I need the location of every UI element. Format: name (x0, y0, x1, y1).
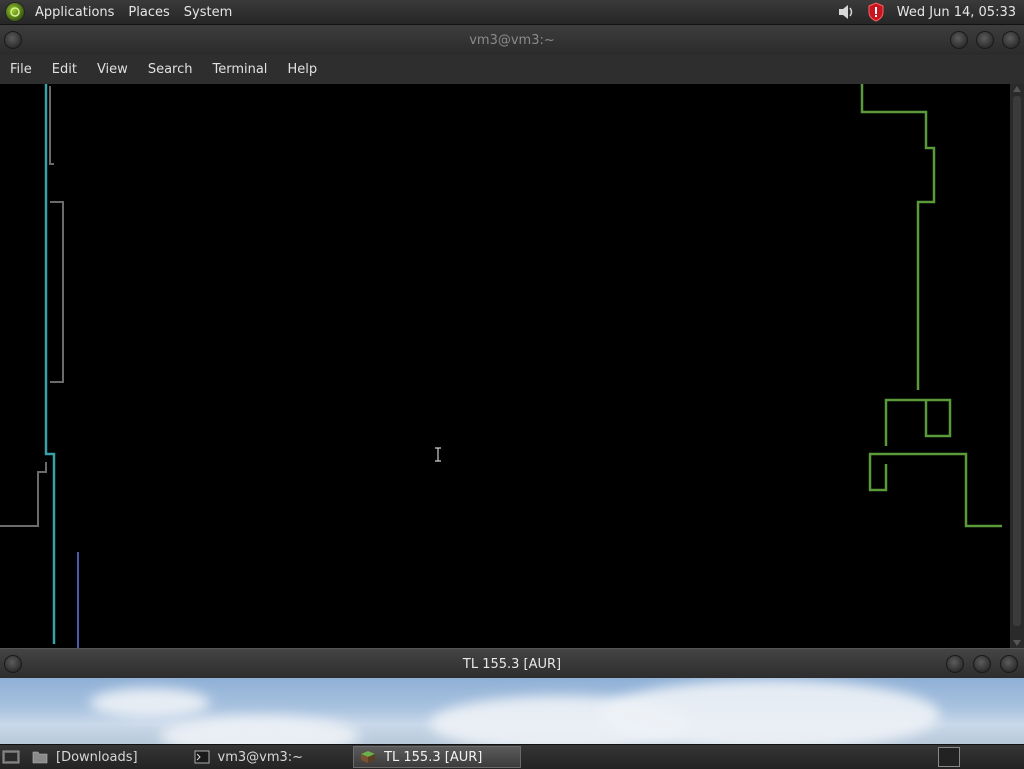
terminal-output-area[interactable] (0, 84, 1010, 648)
cyan-line (44, 84, 56, 644)
game-maximize-button[interactable] (973, 655, 991, 673)
scroll-up-arrow-icon[interactable] (1013, 86, 1021, 92)
places-menu[interactable]: Places (121, 5, 176, 20)
menu-help[interactable]: Help (277, 62, 327, 77)
game-viewport-sky[interactable] (0, 678, 1024, 744)
show-desktop-icon[interactable] (2, 748, 20, 766)
menu-terminal[interactable]: Terminal (202, 62, 277, 77)
menu-edit[interactable]: Edit (42, 62, 87, 77)
volume-icon[interactable] (835, 1, 857, 23)
scrollbar-thumb[interactable] (1013, 96, 1021, 626)
game-window-titlebar[interactable]: TL 155.3 [AUR] (0, 648, 1024, 679)
game-window-menu-button[interactable] (4, 655, 22, 673)
taskbar-item-downloads[interactable]: [Downloads] (26, 746, 144, 768)
taskbar-item-label: [Downloads] (56, 749, 138, 765)
close-button[interactable] (1002, 31, 1020, 49)
taskbar-item-game[interactable]: TL 155.3 [AUR] (353, 746, 522, 768)
terminal-tray-icon[interactable] (938, 747, 960, 767)
terminal-line-drawing (0, 84, 1002, 648)
applications-menu[interactable]: Applications (28, 5, 121, 20)
menu-view[interactable]: View (87, 62, 138, 77)
taskbar-item-label: TL 155.3 [AUR] (384, 749, 483, 765)
green-line-2 (884, 398, 952, 446)
security-shield-icon[interactable] (865, 1, 887, 23)
green-line-3 (868, 452, 1002, 528)
top-panel: Applications Places System Wed Jun 14, 0… (0, 0, 1024, 25)
game-close-button[interactable] (1000, 655, 1018, 673)
game-cube-icon (361, 751, 376, 763)
menu-search[interactable]: Search (138, 62, 203, 77)
distro-logo-icon[interactable] (6, 3, 24, 21)
terminal-icon (194, 750, 210, 764)
terminal-titlebar[interactable]: vm3@vm3:~ (0, 25, 1024, 55)
text-cursor-icon (435, 447, 441, 462)
menu-file[interactable]: File (0, 62, 42, 77)
window-menu-button[interactable] (4, 31, 22, 49)
terminal-menubar: File Edit View Search Terminal Help (0, 55, 1024, 84)
gray-bracket-1 (49, 86, 54, 165)
scroll-down-arrow-icon[interactable] (1013, 640, 1021, 646)
terminal-window-title: vm3@vm3:~ (469, 32, 555, 48)
gray-line-3 (0, 462, 47, 527)
game-minimize-button[interactable] (946, 655, 964, 673)
clock[interactable]: Wed Jun 14, 05:33 (891, 5, 1024, 20)
folder-icon (32, 751, 48, 764)
terminal-scrollbar[interactable] (1010, 84, 1024, 648)
taskbar-item-label: vm3@vm3:~ (217, 749, 304, 765)
system-menu[interactable]: System (177, 5, 239, 20)
bottom-panel: [Downloads] vm3@vm3:~ TL 155.3 [AUR] (0, 744, 1024, 769)
taskbar-item-terminal[interactable]: vm3@vm3:~ (188, 746, 310, 768)
gray-bracket-2 (50, 201, 64, 383)
maximize-button[interactable] (976, 31, 994, 49)
green-line-1 (860, 84, 936, 390)
minimize-button[interactable] (950, 31, 968, 49)
game-window-title: TL 155.3 [AUR] (462, 656, 562, 672)
